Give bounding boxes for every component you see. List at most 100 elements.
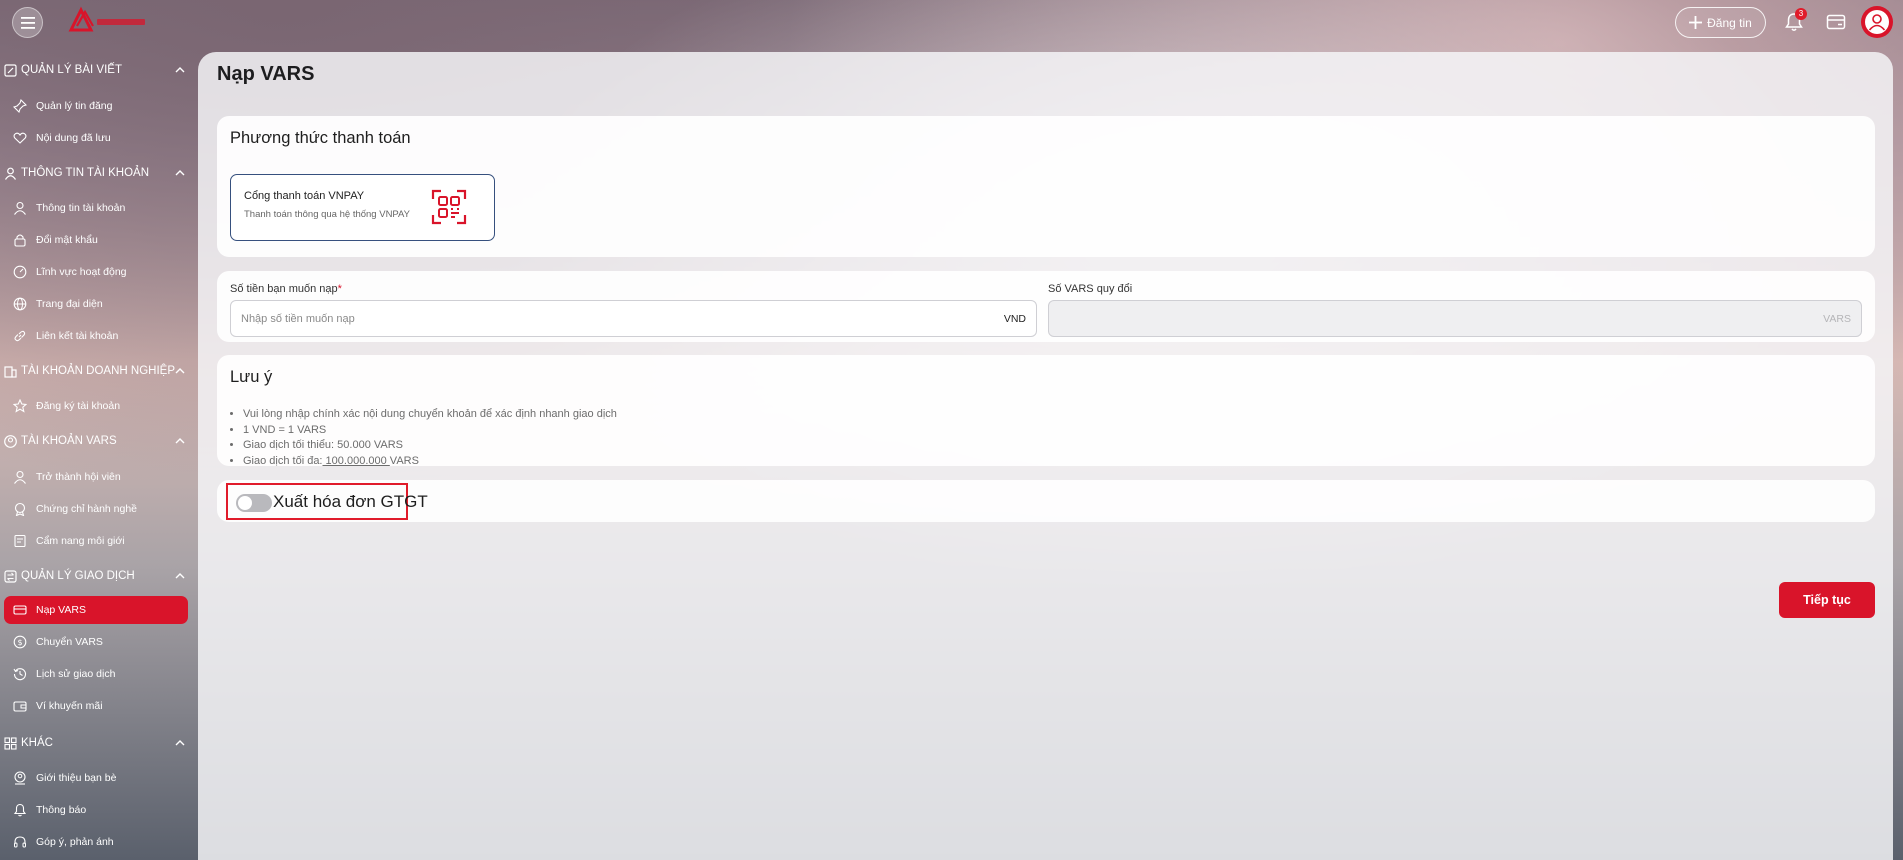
- amount-card: Số tiền bạn muốn nạp* Nhập số tiền muốn …: [217, 271, 1875, 342]
- sidebar-item-label: Chứng chỉ hành nghề: [36, 503, 138, 515]
- section-account-info[interactable]: THÔNG TIN TÀI KHOẢN: [4, 162, 194, 184]
- sidebar-item-label: Đăng ký tài khoản: [36, 400, 121, 412]
- invoice-toggle[interactable]: [236, 494, 272, 512]
- user-icon: [4, 166, 19, 181]
- sidebar-item-notifications[interactable]: Thông báo: [4, 796, 188, 824]
- chevron-up-icon[interactable]: [174, 435, 186, 447]
- chevron-up-icon[interactable]: [174, 64, 186, 76]
- sidebar-item-account-info[interactable]: Thông tin tài khoản: [4, 194, 188, 222]
- chevron-up-icon[interactable]: [174, 737, 186, 749]
- section-vars-account[interactable]: TÀI KHOẢN VARS: [4, 430, 194, 452]
- sidebar: QUẢN LÝ BÀI VIẾT Quản lý tin đăng Nội du…: [0, 44, 198, 860]
- section-title: THÔNG TIN TÀI KHOẢN: [21, 167, 150, 179]
- sidebar-item-label: Nạp VARS: [36, 604, 86, 616]
- handbook-icon: [13, 534, 27, 548]
- sidebar-item-label: Thông báo: [36, 804, 87, 816]
- converted-unit: VARS: [1823, 313, 1851, 325]
- chevron-up-icon[interactable]: [174, 365, 186, 377]
- dashboard-icon: [13, 265, 27, 279]
- brand-logo[interactable]: [67, 4, 149, 40]
- gift-wallet-icon: [13, 699, 27, 713]
- sidebar-item-feedback[interactable]: Góp ý, phản ánh: [4, 828, 188, 856]
- sidebar-item-promo-wallet[interactable]: Ví khuyến mãi: [4, 692, 188, 720]
- sidebar-item-linked-accounts[interactable]: Liên kết tài khoản: [4, 322, 188, 350]
- hamburger-menu-button[interactable]: [12, 7, 43, 38]
- bell-icon: [13, 803, 27, 817]
- post-listing-button[interactable]: Đăng tin: [1675, 7, 1766, 38]
- continue-button[interactable]: Tiếp tục: [1779, 582, 1875, 618]
- amount-label-text: Số tiền bạn muốn nạp: [230, 283, 338, 295]
- member-icon: [13, 470, 27, 484]
- converted-label: Số VARS quy đổi: [1048, 283, 1133, 295]
- pin-icon: [13, 99, 27, 113]
- required-mark: *: [337, 283, 342, 295]
- chevron-up-icon[interactable]: [174, 570, 186, 582]
- notes-list: Vui lòng nhập chính xác nội dung chuyển …: [243, 407, 617, 469]
- sidebar-item-label: Đổi mật khẩu: [36, 234, 98, 246]
- section-title: TÀI KHOẢN VARS: [21, 435, 117, 447]
- payment-option-name: Cổng thanh toán VNPAY: [244, 190, 365, 202]
- post-listing-label: Đăng tin: [1707, 15, 1752, 30]
- building-icon: [4, 364, 19, 379]
- sidebar-item-label: Cẩm nang môi giới: [36, 535, 125, 547]
- sidebar-item-label: Giới thiệu bạn bè: [36, 772, 117, 784]
- invoice-label: Xuất hóa đơn GTGT: [273, 492, 428, 511]
- section-title: KHÁC: [21, 737, 53, 749]
- amount-label: Số tiền bạn muốn nạp*: [230, 283, 342, 295]
- payment-method-card: Phương thức thanh toán Cổng thanh toán V…: [217, 116, 1875, 257]
- sidebar-item-become-member[interactable]: Trở thành hội viên: [4, 463, 188, 491]
- note-item: Vui lòng nhập chính xác nội dung chuyển …: [243, 407, 617, 423]
- sidebar-item-label: Ví khuyến mãi: [36, 700, 103, 712]
- section-title: QUẢN LÝ BÀI VIẾT: [21, 64, 122, 76]
- qr-scan-icon: [431, 189, 467, 225]
- sidebar-item-label: Chuyển VARS: [36, 636, 103, 648]
- sidebar-item-transaction-history[interactable]: Lịch sử giao dịch: [4, 660, 188, 688]
- amount-input[interactable]: Nhập số tiền muốn nạp VND: [230, 300, 1037, 337]
- sidebar-item-saved-content[interactable]: Nội dung đã lưu: [4, 124, 188, 152]
- chevron-up-icon[interactable]: [174, 167, 186, 179]
- notes-title: Lưu ý: [230, 368, 273, 386]
- sidebar-item-transfer-vars[interactable]: $ Chuyển VARS: [4, 628, 188, 656]
- section-title: TÀI KHOẢN DOANH NGHIỆP: [21, 365, 175, 377]
- certificate-icon: [13, 502, 27, 516]
- sidebar-item-broker-handbook[interactable]: Cẩm nang môi giới: [4, 527, 188, 555]
- account-circle-icon: [4, 434, 19, 449]
- vnpay-payment-option[interactable]: Cổng thanh toán VNPAY Thanh toán thông q…: [230, 174, 495, 241]
- notes-card: Lưu ý Vui lòng nhập chính xác nội dung c…: [217, 355, 1875, 469]
- coin-icon: $: [13, 635, 27, 649]
- top-bar: Đăng tin 3: [0, 0, 1903, 44]
- wallet-icon[interactable]: [1825, 11, 1847, 33]
- sidebar-item-profile-page[interactable]: Trang đại diện: [4, 290, 188, 318]
- converted-vars-field: VARS: [1048, 300, 1862, 337]
- sidebar-item-register-account[interactable]: Đăng ký tài khoản: [4, 392, 188, 420]
- sidebar-item-label: Quản lý tin đăng: [36, 100, 113, 112]
- section-post-management[interactable]: QUẢN LÝ BÀI VIẾT: [4, 59, 194, 81]
- main-content: Nạp VARS Phương thức thanh toán Cổng tha…: [198, 52, 1893, 860]
- edit-note-icon: [4, 63, 19, 78]
- lock-icon: [13, 233, 27, 247]
- history-icon: [13, 667, 27, 681]
- sidebar-item-listing-management[interactable]: Quản lý tin đăng: [4, 92, 188, 120]
- sidebar-item-change-password[interactable]: Đổi mật khẩu: [4, 226, 188, 254]
- section-business-account[interactable]: TÀI KHOẢN DOANH NGHIỆP: [4, 360, 194, 382]
- headset-icon: [13, 835, 27, 849]
- sidebar-item-field-of-activity[interactable]: Lĩnh vực hoạt động: [4, 258, 188, 286]
- max-unit: VARS: [389, 454, 419, 467]
- globe-icon: [13, 297, 27, 311]
- section-transaction-management[interactable]: QUẢN LÝ GIAO DỊCH: [4, 565, 194, 587]
- svg-text:$: $: [17, 638, 22, 647]
- sidebar-item-practice-certificate[interactable]: Chứng chỉ hành nghề: [4, 495, 188, 523]
- section-title: QUẢN LÝ GIAO DỊCH: [21, 570, 135, 582]
- user-avatar[interactable]: [1861, 6, 1893, 38]
- section-other[interactable]: KHÁC: [4, 732, 194, 754]
- amount-unit: VND: [1003, 313, 1026, 325]
- page-title: Nạp VARS: [217, 63, 315, 85]
- heart-icon: [13, 131, 27, 145]
- max-value: 100.000.000: [322, 454, 390, 467]
- sidebar-item-top-up-vars[interactable]: Nạp VARS: [4, 596, 188, 624]
- payment-method-title: Phương thức thanh toán: [230, 129, 411, 147]
- sidebar-item-refer-friends[interactable]: Giới thiệu bạn bè: [4, 764, 188, 792]
- payment-option-description: Thanh toán thông qua hệ thống VNPAY: [244, 209, 411, 220]
- sidebar-item-label: Lĩnh vực hoạt động: [36, 266, 127, 278]
- plus-icon: [1689, 16, 1703, 29]
